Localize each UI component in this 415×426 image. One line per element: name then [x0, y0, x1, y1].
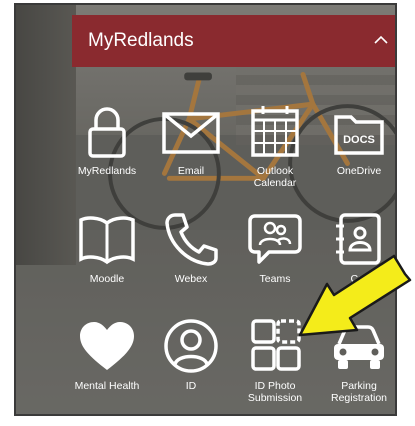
lock-icon: [88, 107, 126, 158]
app-header[interactable]: MyRedlands: [72, 15, 395, 67]
app-tile-moodle[interactable]: Moodle: [64, 211, 150, 311]
app-label: MyRedlands: [77, 165, 137, 177]
heart-icon: [80, 322, 134, 370]
app-label: Mental Health: [74, 380, 140, 392]
app-label: ID: [185, 380, 197, 392]
app-tile-onedrive[interactable]: DOCS OneDrive: [316, 103, 395, 203]
app-label: OneDrive: [336, 165, 382, 177]
yellow-arrow-pointer-icon: [298, 254, 412, 337]
app-label: Parking Registration: [330, 380, 388, 404]
docs-folder-icon: DOCS: [334, 115, 384, 155]
app-label: Webex: [174, 273, 208, 285]
app-tile-myredlands[interactable]: MyRedlands: [64, 103, 150, 203]
phone-icon: [165, 213, 218, 266]
envelope-icon: [162, 112, 220, 154]
app-label: Email: [177, 165, 205, 177]
app-label: Outlook Calendar: [253, 165, 297, 189]
app-label: ID Photo Submission: [247, 380, 303, 404]
book-icon: [79, 216, 135, 265]
app-tile-id[interactable]: ID: [148, 318, 234, 414]
chevron-up-icon[interactable]: [372, 31, 390, 49]
app-tile-outlook-calendar[interactable]: Outlook Calendar: [232, 103, 318, 203]
user-circle-icon: [164, 319, 218, 373]
app-tile-mental-health[interactable]: Mental Health: [64, 318, 150, 414]
app-tile-webex[interactable]: Webex: [148, 211, 234, 311]
app-tile-email[interactable]: Email: [148, 103, 234, 203]
svg-text:DOCS: DOCS: [343, 134, 375, 146]
header-title: MyRedlands: [88, 30, 194, 51]
calendar-icon: [251, 106, 299, 157]
app-label: Moodle: [89, 273, 125, 285]
